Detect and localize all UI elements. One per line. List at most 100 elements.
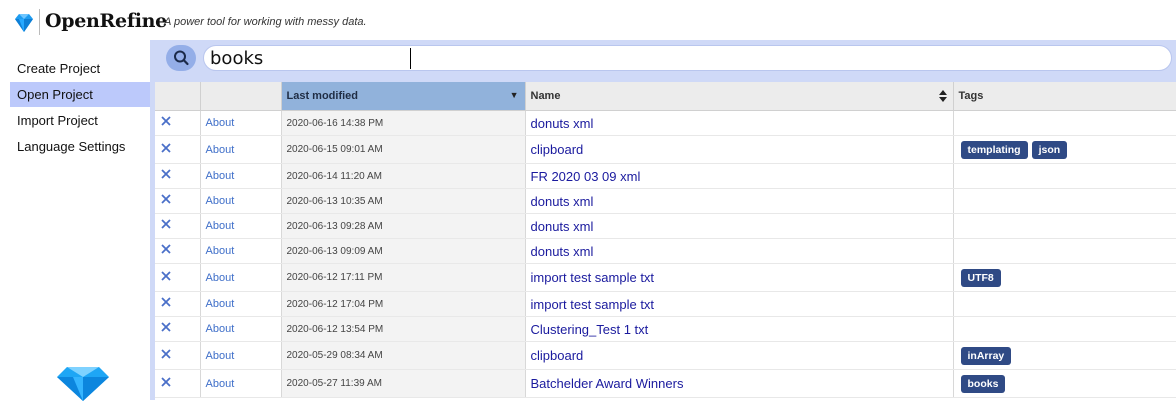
close-icon[interactable] [160,296,172,308]
close-icon[interactable] [160,193,172,205]
tags-cell [953,238,1176,264]
table-row: About 2020-06-12 13:54 PM Clustering_Test … [155,316,1176,342]
project-name-link[interactable]: Clustering_Test 1 txt [525,316,954,342]
tagline: A power tool for working with messy data… [164,16,367,28]
last-modified-cell: 2020-06-13 10:35 AM [281,188,526,214]
sidebar-item-open-project[interactable]: Open Project [10,82,151,107]
tags-cell: inArray [953,341,1176,370]
table-row: About 2020-06-16 14:38 PM donuts xml [155,110,1176,136]
last-modified-cell: 2020-05-29 08:34 AM [281,341,526,370]
tags-cell: books [953,369,1176,398]
project-name-link[interactable]: donuts xml [525,238,954,264]
app-header: OpenRefine A power tool for working with… [0,0,1176,40]
about-link[interactable]: About [200,238,282,264]
last-modified-cell: 2020-06-14 11:20 AM [281,163,526,189]
table-row: About 2020-06-12 17:11 PM import test samp… [155,263,1176,292]
delete-cell [155,238,201,264]
project-name-link[interactable]: donuts xml [525,110,954,136]
project-name-link[interactable]: Batchelder Award Winners [525,369,954,398]
project-name-link[interactable]: clipboard [525,341,954,370]
column-header-name[interactable]: Name [525,82,954,111]
table-row: About 2020-06-13 09:28 AM donuts xml [155,213,1176,239]
about-link[interactable]: About [200,369,282,398]
close-icon[interactable] [160,115,172,127]
table-row: About 2020-05-27 11:39 AM Batchelder Award… [155,369,1176,398]
tag-badge[interactable]: json [1031,141,1068,159]
last-modified-cell: 2020-05-27 11:39 AM [281,369,526,398]
table-header-row: Last modified ▼ Name Tags [155,82,1176,111]
about-link[interactable]: About [200,316,282,342]
about-link[interactable]: About [200,110,282,136]
table-row: About 2020-05-29 08:34 AM clipboard inArray [155,341,1176,370]
tag-badge[interactable]: UTF8 [960,269,1001,287]
delete-cell [155,163,201,189]
search-button[interactable] [166,45,196,71]
column-header-tags: Tags [953,82,1176,111]
search-icon [174,50,189,66]
tags-cell [953,213,1176,239]
sidebar-item-language-settings[interactable]: Language Settings [10,134,151,159]
about-column-header [200,82,282,111]
column-header-label: Tags [958,90,984,102]
project-name-link[interactable]: FR 2020 03 09 xml [525,163,954,189]
close-icon[interactable] [160,270,172,282]
tags-cell [953,188,1176,214]
close-icon[interactable] [160,243,172,255]
column-header-label: Name [530,90,561,102]
about-link[interactable]: About [200,291,282,317]
sidebar: Create Project Open Project Import Proje… [0,40,151,401]
project-name-link[interactable]: clipboard [525,135,954,164]
app-name[interactable]: OpenRefine [45,10,167,32]
sidebar-item-import-project[interactable]: Import Project [10,108,151,133]
about-link[interactable]: About [200,341,282,370]
last-modified-cell: 2020-06-13 09:09 AM [281,238,526,264]
close-icon[interactable] [160,168,172,180]
delete-cell [155,341,201,370]
table-row: About 2020-06-13 10:35 AM donuts xml [155,188,1176,214]
project-name-link[interactable]: import test sample txt [525,291,954,317]
column-header-label: Last modified [286,90,359,102]
close-icon[interactable] [160,348,172,360]
delete-cell [155,110,201,136]
tags-cell: UTF8 [953,263,1176,292]
sidebar-item-create-project[interactable]: Create Project [10,56,151,81]
table-row: About 2020-06-14 11:20 AM FR 2020 03 09 xm… [155,163,1176,189]
tag-badge[interactable]: books [960,375,1006,393]
table-row: About 2020-06-15 09:01 AM clipboard templat… [155,135,1176,164]
main-panel: Last modified ▼ Name Tags About [150,40,1176,400]
last-modified-cell: 2020-06-12 17:04 PM [281,291,526,317]
tags-cell: templating json [953,135,1176,164]
about-link[interactable]: About [200,135,282,164]
close-icon[interactable] [160,376,172,388]
about-link[interactable]: About [200,213,282,239]
tags-cell [953,163,1176,189]
about-link[interactable]: About [200,263,282,292]
text-caret [410,48,411,69]
triangle-down-icon: ▼ [509,90,519,100]
project-name-link[interactable]: import test sample txt [525,263,954,292]
about-link[interactable]: About [200,188,282,214]
last-modified-cell: 2020-06-12 13:54 PM [281,316,526,342]
table-row: About 2020-06-13 09:09 AM donuts xml [155,238,1176,264]
tags-cell [953,110,1176,136]
column-header-last-modified[interactable]: Last modified ▼ [281,82,526,111]
last-modified-cell: 2020-06-12 17:11 PM [281,263,526,292]
close-icon[interactable] [160,321,172,333]
delete-cell [155,263,201,292]
delete-cell [155,291,201,317]
delete-column-header [155,82,201,111]
delete-cell [155,188,201,214]
tag-badge[interactable]: inArray [960,347,1012,365]
about-link[interactable]: About [200,163,282,189]
close-icon[interactable] [160,218,172,230]
projects-table: Last modified ▼ Name Tags About 2020-06-… [155,82,1176,400]
project-name-link[interactable]: donuts xml [525,213,954,239]
close-icon[interactable] [160,142,172,154]
diamond-icon[interactable] [12,11,36,35]
search-input[interactable] [203,45,1172,71]
table-row: About 2020-06-12 17:04 PM import test samp… [155,291,1176,317]
project-name-link[interactable]: donuts xml [525,188,954,214]
delete-cell [155,135,201,164]
delete-cell [155,369,201,398]
tag-badge[interactable]: templating [960,141,1028,159]
